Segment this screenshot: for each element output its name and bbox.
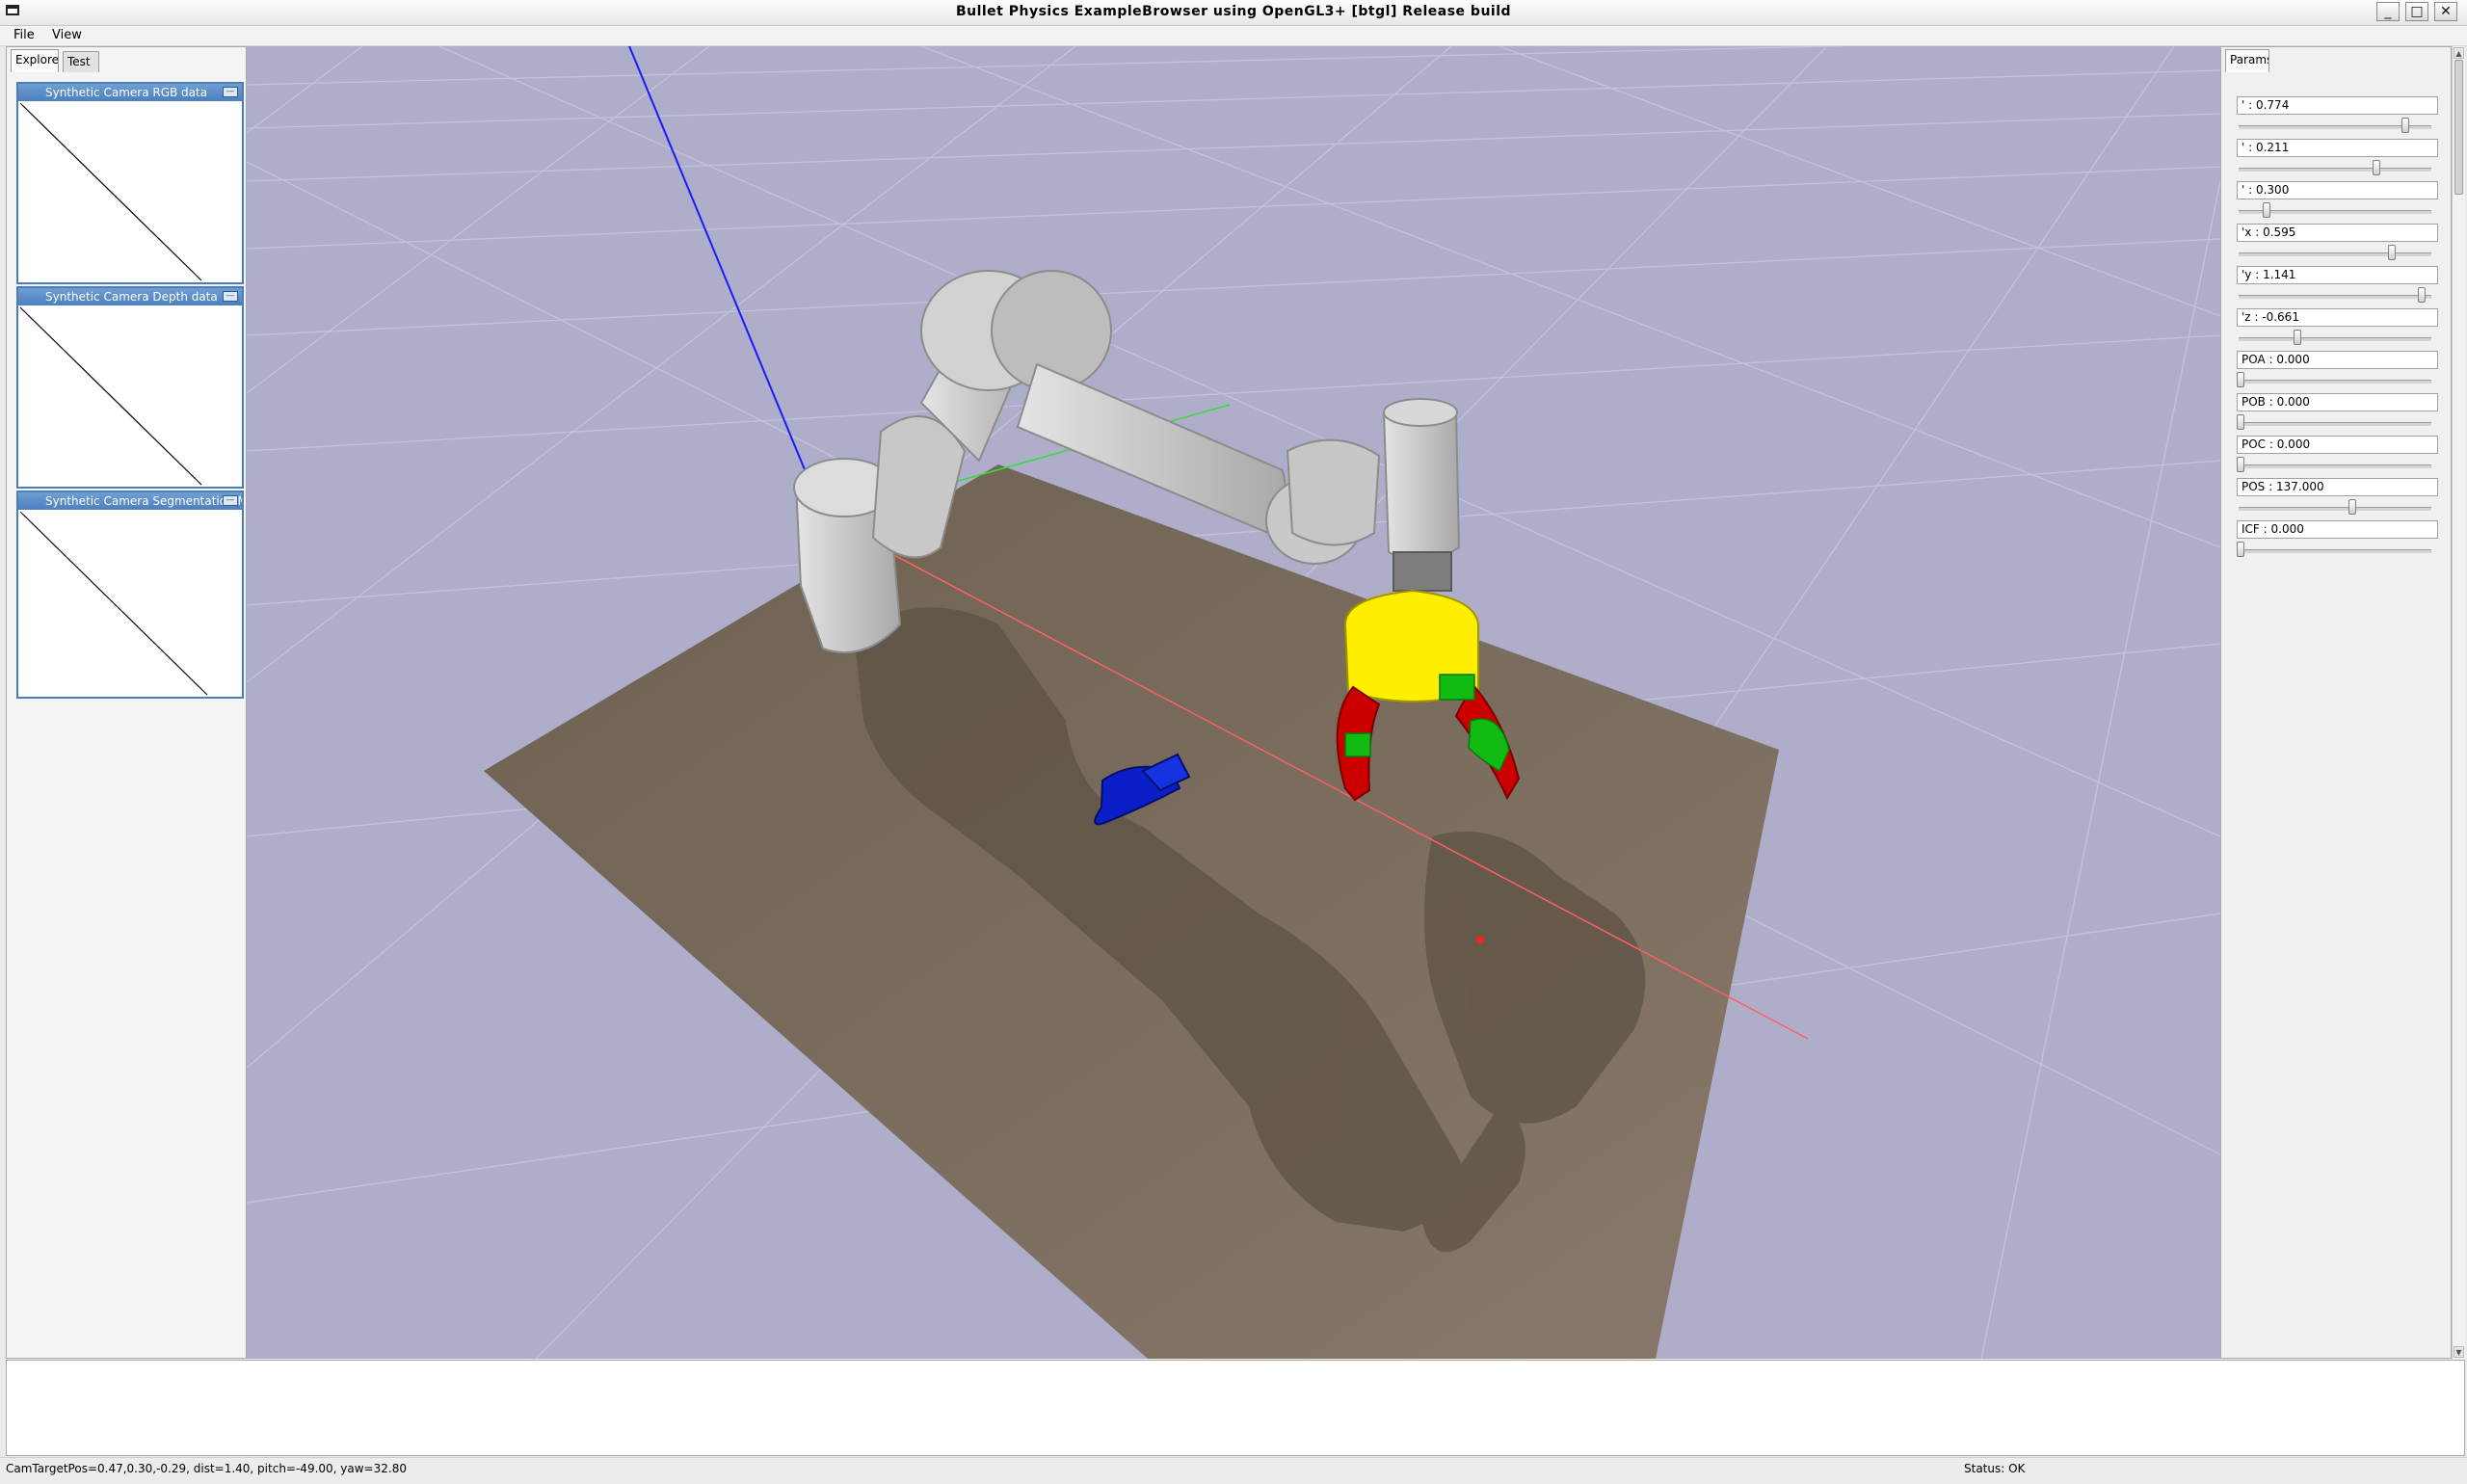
segmentation-camera-image bbox=[18, 510, 242, 697]
param-slider-track[interactable] bbox=[2239, 549, 2431, 553]
segmentation-camera-window[interactable]: Synthetic Camera Segmentation Mask — bbox=[16, 490, 244, 699]
menu-bar: File View bbox=[0, 26, 2467, 46]
console-output[interactable] bbox=[6, 1360, 2465, 1456]
param-slider-handle[interactable] bbox=[2263, 202, 2271, 218]
rgb-camera-window[interactable]: Synthetic Camera RGB data — bbox=[16, 82, 244, 284]
scroll-up-icon[interactable]: ▲ bbox=[2454, 47, 2464, 59]
3d-viewport[interactable] bbox=[247, 46, 2220, 1359]
param-slider-track[interactable] bbox=[2239, 337, 2431, 341]
status-bar: CamTargetPos=0.47,0.30,-0.29, dist=1.40,… bbox=[0, 1457, 2467, 1484]
depth-camera-window[interactable]: Synthetic Camera Depth data — bbox=[16, 286, 244, 489]
depth-camera-title: Synthetic Camera Depth data bbox=[45, 290, 218, 304]
rgb-camera-image bbox=[18, 101, 242, 282]
param-slider-track[interactable] bbox=[2239, 507, 2431, 511]
param-slider-handle[interactable] bbox=[2237, 457, 2244, 472]
maximize-button[interactable]: □ bbox=[2405, 2, 2428, 21]
param-slider-track[interactable] bbox=[2239, 422, 2431, 426]
param-value-field[interactable]: ' : 0.300 bbox=[2237, 181, 2438, 199]
param-row: POS : 137.000 bbox=[2237, 478, 2439, 520]
segmentation-camera-title: Synthetic Camera Segmentation Mask bbox=[45, 494, 242, 508]
param-slider-track[interactable] bbox=[2239, 295, 2431, 299]
param-slider-handle[interactable] bbox=[2237, 372, 2244, 387]
param-row: POA : 0.000 bbox=[2237, 351, 2439, 393]
param-row: ICF : 0.000 bbox=[2237, 520, 2439, 563]
rgb-camera-title: Synthetic Camera RGB data bbox=[45, 86, 208, 99]
param-row: 'x : 0.595 bbox=[2237, 224, 2439, 266]
status-text: Status: OK bbox=[1964, 1462, 2026, 1475]
param-value-field[interactable]: POB : 0.000 bbox=[2237, 393, 2438, 411]
params-panel: Params ' : 0.774 ' : 0.211 ' : 0.300 'x : 0… bbox=[2220, 46, 2452, 1359]
menu-file[interactable]: File bbox=[13, 28, 35, 42]
axis-z-line bbox=[627, 46, 826, 519]
rgb-camera-header[interactable]: Synthetic Camera RGB data — bbox=[18, 84, 242, 101]
param-slider-handle[interactable] bbox=[2373, 160, 2381, 175]
title-bar: Bullet Physics ExampleBrowser using Open… bbox=[0, 0, 2467, 26]
param-row: POB : 0.000 bbox=[2237, 393, 2439, 436]
depth-camera-image bbox=[18, 305, 242, 487]
window-title: Bullet Physics ExampleBrowser using Open… bbox=[955, 4, 1512, 19]
param-slider-handle[interactable] bbox=[2387, 245, 2396, 260]
scroll-down-icon[interactable]: ▼ bbox=[2454, 1346, 2464, 1358]
minimize-button[interactable]: _ bbox=[2376, 2, 2400, 21]
param-value-field[interactable]: ' : 0.211 bbox=[2237, 139, 2438, 157]
param-row: 'z : -0.661 bbox=[2237, 308, 2439, 351]
param-value-field[interactable]: ICF : 0.000 bbox=[2237, 520, 2438, 539]
param-row: ' : 0.774 bbox=[2237, 96, 2439, 139]
param-value-field[interactable]: POC : 0.000 bbox=[2237, 436, 2438, 454]
param-value-field[interactable]: POS : 137.000 bbox=[2237, 478, 2438, 496]
minimize-icon[interactable]: — bbox=[223, 291, 238, 302]
menu-view[interactable]: View bbox=[52, 28, 82, 42]
param-slider-handle[interactable] bbox=[2237, 414, 2244, 430]
tab-test[interactable]: Test bbox=[63, 51, 99, 72]
close-button[interactable]: ✕ bbox=[2434, 2, 2457, 21]
param-slider-track[interactable] bbox=[2239, 168, 2431, 172]
param-row: POC : 0.000 bbox=[2237, 436, 2439, 478]
camera-status-text: CamTargetPos=0.47,0.30,-0.29, dist=1.40,… bbox=[6, 1462, 407, 1475]
param-value-field[interactable]: ' : 0.774 bbox=[2237, 96, 2438, 115]
target-marker bbox=[1476, 936, 1484, 943]
param-slider-handle[interactable] bbox=[2348, 499, 2356, 515]
tab-params[interactable]: Params bbox=[2225, 49, 2269, 72]
param-row: ' : 0.300 bbox=[2237, 181, 2439, 224]
depth-camera-header[interactable]: Synthetic Camera Depth data — bbox=[18, 288, 242, 305]
param-value-field[interactable]: 'z : -0.661 bbox=[2237, 308, 2438, 327]
tab-explorer[interactable]: Explorer bbox=[11, 49, 59, 72]
param-slider-handle[interactable] bbox=[2418, 287, 2427, 303]
param-value-field[interactable]: 'x : 0.595 bbox=[2237, 224, 2438, 242]
scene-render[interactable] bbox=[247, 46, 2220, 1359]
param-slider-track[interactable] bbox=[2239, 252, 2431, 256]
explorer-panel: Explorer Test Synthetic Camera RGB data … bbox=[6, 46, 247, 1359]
minimize-icon[interactable]: — bbox=[223, 87, 238, 97]
param-slider-track[interactable] bbox=[2239, 380, 2431, 384]
param-row: ' : 0.211 bbox=[2237, 139, 2439, 181]
minimize-icon[interactable]: — bbox=[223, 495, 238, 506]
param-slider-track[interactable] bbox=[2239, 464, 2431, 468]
param-slider-handle[interactable] bbox=[2293, 330, 2301, 345]
param-row: 'y : 1.141 bbox=[2237, 266, 2439, 308]
param-slider-handle[interactable] bbox=[2401, 118, 2409, 133]
segmentation-camera-header[interactable]: Synthetic Camera Segmentation Mask — bbox=[18, 492, 242, 510]
param-value-field[interactable]: POA : 0.000 bbox=[2237, 351, 2438, 369]
scroll-thumb[interactable] bbox=[2454, 60, 2463, 195]
param-value-field[interactable]: 'y : 1.141 bbox=[2237, 266, 2438, 284]
params-scrollbar[interactable]: ▲ ▼ bbox=[2452, 46, 2465, 1359]
param-slider-handle[interactable] bbox=[2237, 542, 2244, 557]
